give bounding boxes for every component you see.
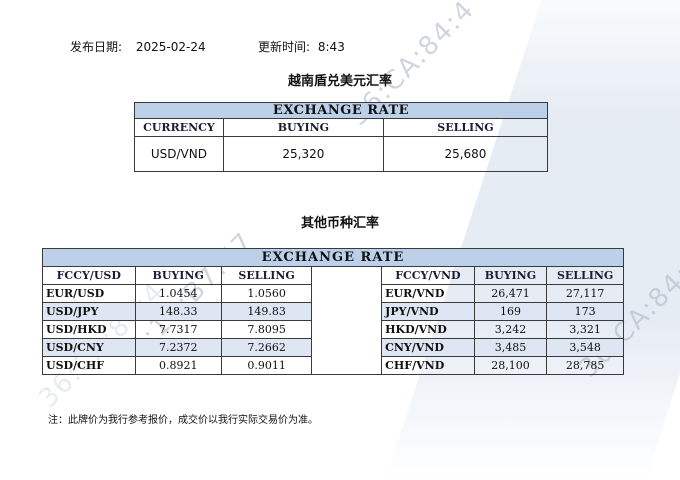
table-spacer [311, 302, 383, 321]
publish-date-label: 发布日期: [70, 40, 123, 54]
pair-cell: EUR/VND [381, 284, 475, 303]
pair-cell: CNY/VND [381, 338, 475, 357]
pair-cell: EUR/USD [42, 284, 136, 303]
column-header: SELLING [220, 266, 313, 285]
pair-cell: USD/CHF [42, 356, 136, 375]
table-spacer [311, 320, 383, 339]
buying-cell: 26,471 [473, 284, 548, 303]
selling-cell: 3,321 [546, 320, 624, 339]
selling-cell: 28,785 [546, 356, 624, 375]
buying-cell: 7.2372 [134, 338, 222, 357]
pair-cell: USD/HKD [42, 320, 136, 339]
selling-cell: 27,117 [546, 284, 624, 303]
currency-cell: USD/VND [134, 136, 224, 172]
column-header: FCCY/USD [42, 266, 136, 285]
table-row: USD/HKD 7.7317 7.8095 HKD/VND 3,242 3,32… [42, 320, 624, 339]
column-header: CURRENCY [134, 118, 224, 137]
buying-cell: 25,320 [222, 136, 384, 172]
table-row: USD/CHF 0.8921 0.9011 CHF/VND 28,100 28,… [42, 356, 624, 375]
selling-cell: 3,548 [546, 338, 624, 357]
buying-cell: 169 [473, 302, 548, 321]
column-header: BUYING [222, 118, 384, 137]
publish-date: 发布日期: 2025-02-24 [70, 38, 206, 55]
selling-cell: 173 [546, 302, 624, 321]
buying-cell: 3,242 [473, 320, 548, 339]
buying-cell: 0.8921 [134, 356, 222, 375]
section1-title: 越南盾兑美元汇率 [287, 74, 392, 89]
vnd-usd-rate-table: EXCHANGE RATE CURRENCY BUYING SELLING US… [134, 102, 549, 172]
buying-cell: 148.33 [134, 302, 222, 321]
column-header: BUYING [134, 266, 222, 285]
column-header: BUYING [473, 266, 548, 285]
table-row: USD/VND 25,320 25,680 [134, 136, 549, 172]
selling-cell: 25,680 [382, 136, 549, 172]
pair-cell: CHF/VND [381, 356, 475, 375]
column-header: SELLING [546, 266, 624, 285]
pair-cell: JPY/VND [381, 302, 475, 321]
footnote: 注：此牌价为我行参考报价，成交价以我行实际交易价为准。 [48, 415, 318, 426]
update-time-value: 8:43 [317, 40, 345, 54]
selling-cell: 7.2662 [220, 338, 313, 357]
table-spacer [311, 356, 383, 375]
selling-cell: 1.0560 [220, 284, 313, 303]
table-row: USD/CNY 7.2372 7.2662 CNY/VND 3,485 3,54… [42, 338, 624, 357]
pair-cell: HKD/VND [381, 320, 475, 339]
publish-date-value: 2025-02-24 [135, 40, 206, 54]
selling-cell: 0.9011 [220, 356, 313, 375]
other-currencies-table: EXCHANGE RATE FCCY/USD BUYING SELLING FC… [42, 248, 624, 375]
buying-cell: 7.7317 [134, 320, 222, 339]
buying-cell: 28,100 [473, 356, 548, 375]
pair-cell: USD/JPY [42, 302, 136, 321]
buying-cell: 1.0454 [134, 284, 222, 303]
table-row: EUR/USD 1.0454 1.0560 EUR/VND 26,471 27,… [42, 284, 624, 303]
pair-cell: USD/CNY [42, 338, 136, 357]
column-header: FCCY/VND [381, 266, 475, 285]
table-spacer [311, 266, 383, 285]
table-spacer [311, 284, 383, 303]
table-caption: EXCHANGE RATE [42, 248, 624, 267]
selling-cell: 149.83 [220, 302, 313, 321]
column-header: SELLING [382, 118, 549, 137]
update-time-label: 更新时间: [258, 40, 311, 54]
table-caption: EXCHANGE RATE [134, 102, 548, 119]
section2-title: 其他币种汇率 [300, 216, 379, 231]
update-time: 更新时间: 8:43 [258, 38, 345, 55]
selling-cell: 7.8095 [220, 320, 313, 339]
table-spacer [311, 338, 383, 357]
table-row: USD/JPY 148.33 149.83 JPY/VND 169 173 [42, 302, 624, 321]
buying-cell: 3,485 [473, 338, 548, 357]
